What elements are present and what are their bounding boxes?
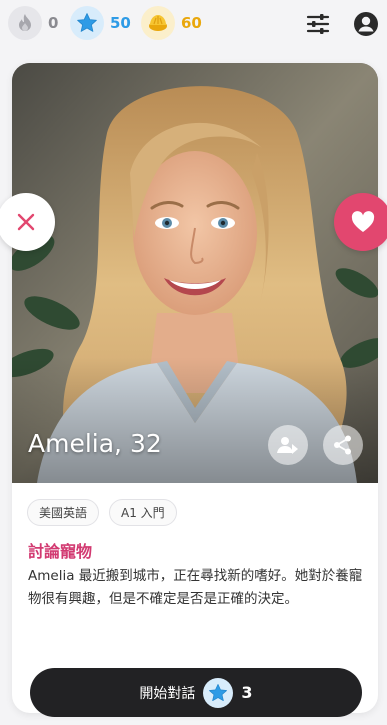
coin-count: 60 — [181, 14, 202, 32]
tag-level: A1 入門 — [109, 499, 177, 526]
share-button[interactable] — [323, 425, 363, 465]
flame-count: 0 — [48, 14, 59, 32]
profile-bio: Amelia 最近搬到城市，正在尋找新的嗜好。她對於養寵物很有興趣，但是不確定是… — [28, 568, 363, 607]
start-chat-cost: 3 — [241, 683, 253, 702]
filter-button[interactable] — [304, 10, 332, 38]
heart-icon — [351, 211, 375, 232]
account-button[interactable] — [352, 10, 380, 38]
flame-stat[interactable]: 0 — [8, 6, 58, 40]
top-bar: 0 50 60 — [0, 0, 387, 48]
sliders-icon — [306, 14, 330, 34]
star-stat[interactable]: 50 — [70, 6, 131, 40]
report-button[interactable] — [268, 425, 308, 465]
coin-icon — [141, 6, 175, 40]
star-icon — [70, 6, 104, 40]
like-button[interactable] — [334, 193, 387, 251]
profile-card[interactable]: Amelia, 32 美國英語 A1 入門 討論寵物 Amelia 最近搬到城市… — [12, 63, 378, 713]
tag-language: 美國英語 — [27, 499, 100, 526]
share-icon — [334, 435, 351, 455]
conversation-topic: 討論寵物 — [28, 542, 93, 561]
star-count: 50 — [110, 14, 131, 32]
person-flag-icon — [277, 437, 298, 454]
start-chat-button[interactable]: 開始對話 3 — [30, 668, 362, 717]
start-chat-label: 開始對話 — [139, 685, 196, 702]
profile-name-age: Amelia, 32 — [28, 429, 162, 458]
tag-list: 美國英語 A1 入門 — [27, 499, 177, 526]
star-icon — [203, 677, 234, 708]
account-icon — [354, 12, 378, 36]
close-icon — [17, 213, 35, 231]
profile-photo — [12, 63, 378, 483]
coin-stat[interactable]: 60 — [141, 6, 202, 40]
flame-icon — [8, 6, 42, 40]
